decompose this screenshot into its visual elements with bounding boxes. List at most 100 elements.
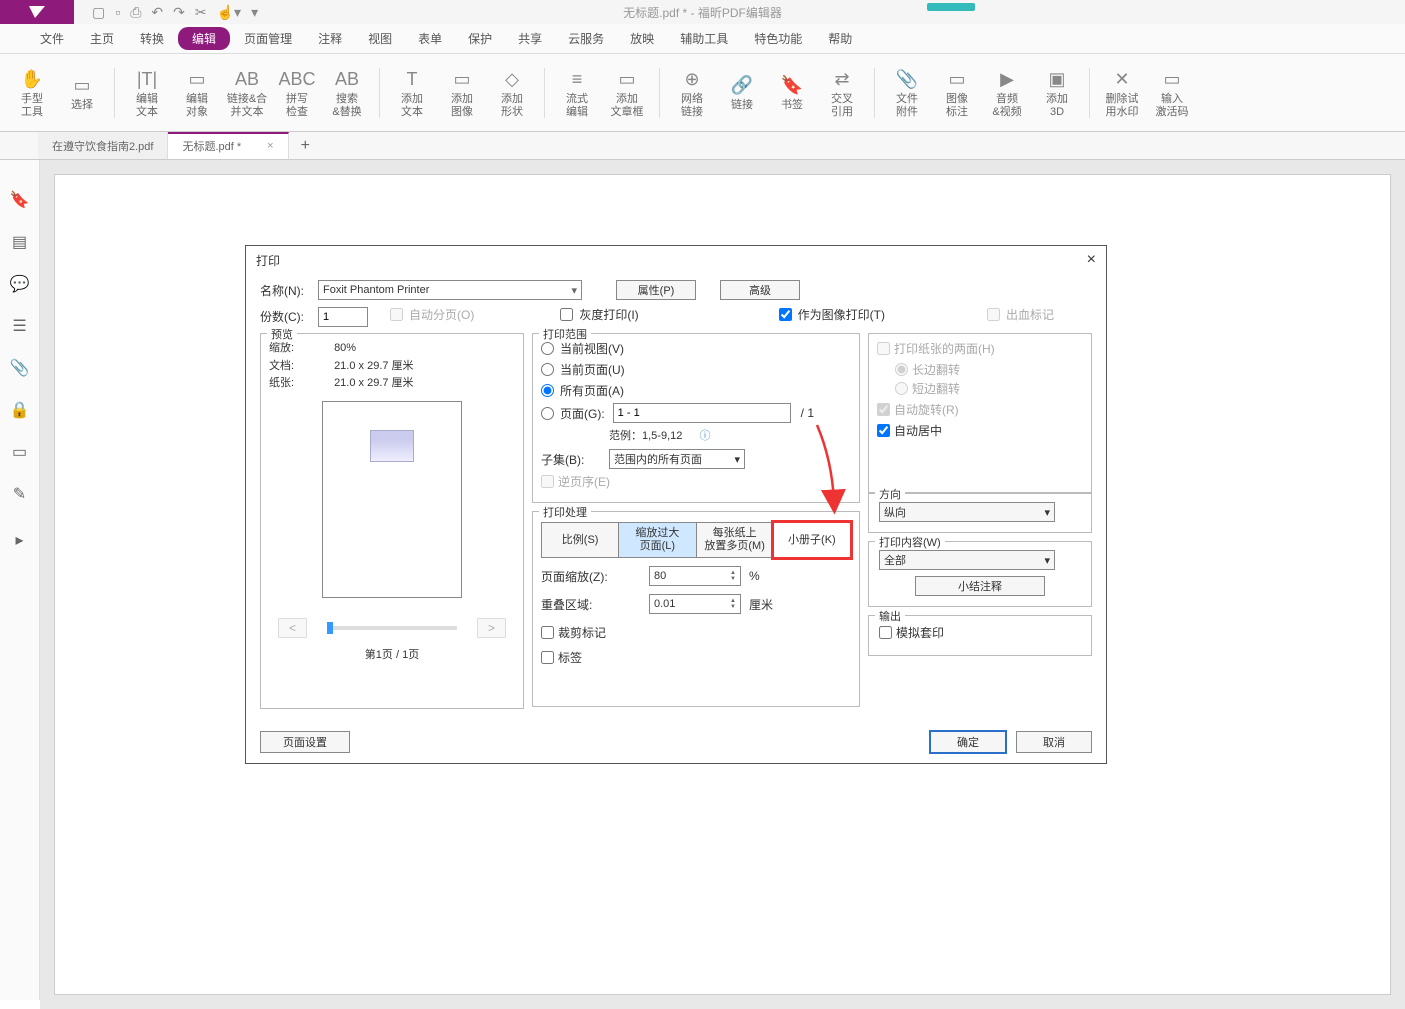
range-current-view[interactable]: 当前视图(V) (541, 340, 851, 357)
ribbon-icon: ▭ (450, 67, 474, 91)
ribbon-添加文章框[interactable]: ▭添加 文章框 (605, 60, 649, 126)
print-content-select[interactable]: 全部▾ (879, 550, 1055, 570)
touch-icon[interactable]: ☝▾ (217, 4, 241, 21)
ribbon-链接&合并文本[interactable]: AB链接&合 并文本 (225, 60, 269, 126)
collate-checkbox: 自动分页(O) (390, 306, 474, 323)
page-zoom-input[interactable]: 80▲▼ (649, 566, 741, 586)
open-icon[interactable]: ▢ (92, 4, 105, 21)
simulate-overprint-checkbox[interactable]: 模拟套印 (879, 624, 1081, 641)
booklet-tab[interactable]: 小册子(K) (773, 522, 851, 558)
redo-icon[interactable]: ↷ (173, 4, 185, 21)
menu-主页[interactable]: 主页 (78, 26, 126, 51)
multiple-tab[interactable]: 每张纸上 放置多页(M) (696, 522, 774, 558)
labels-checkbox[interactable]: 标签 (541, 649, 851, 666)
menu-共享[interactable]: 共享 (506, 26, 554, 51)
ribbon-手型工具[interactable]: ✋手型 工具 (10, 60, 54, 126)
scale-tab[interactable]: 比例(S) (541, 522, 619, 558)
menu-特色功能[interactable]: 特色功能 (742, 26, 814, 51)
security-icon[interactable]: 🔒 (10, 400, 30, 420)
ribbon-icon: ▭ (615, 67, 639, 91)
ribbon-链接[interactable]: 🔗链接 (720, 60, 764, 126)
ribbon-流式编辑[interactable]: ≡流式 编辑 (555, 60, 599, 126)
menu-保护[interactable]: 保护 (456, 26, 504, 51)
ribbon-icon: ABC (285, 67, 309, 91)
ribbon-添加形状[interactable]: ◇添加 形状 (490, 60, 534, 126)
pages-icon[interactable]: ▤ (10, 232, 30, 252)
prev-page-button[interactable]: < (278, 618, 307, 638)
menu-注释[interactable]: 注释 (306, 26, 354, 51)
subset-select[interactable]: 范围内的所有页面▾ (609, 449, 745, 469)
summarize-comments-button[interactable]: 小结注释 (915, 576, 1045, 596)
ribbon-交叉引用[interactable]: ⇄交叉 引用 (820, 60, 864, 126)
attachments-icon[interactable]: 📎 (10, 358, 30, 378)
ribbon-label: 音频 &视频 (992, 93, 1021, 117)
next-page-button[interactable]: > (477, 618, 506, 638)
range-pages[interactable]: 页面(G): / 1 (541, 403, 851, 423)
ribbon-选择[interactable]: ▭选择 (60, 60, 104, 126)
menu-放映[interactable]: 放映 (618, 26, 666, 51)
ribbon-输入激活码[interactable]: ▭输入 激活码 (1150, 60, 1194, 126)
ribbon-图像标注[interactable]: ▭图像 标注 (935, 60, 979, 126)
menu-文件[interactable]: 文件 (28, 26, 76, 51)
ribbon-文件附件[interactable]: 📎文件 附件 (885, 60, 929, 126)
advanced-button[interactable]: 高级 (720, 280, 800, 300)
ribbon-网络链接[interactable]: ⊕网络 链接 (670, 60, 714, 126)
layers-icon[interactable]: ☰ (10, 316, 30, 336)
menu-云服务[interactable]: 云服务 (556, 26, 616, 51)
expand-icon[interactable]: ▸ (10, 530, 30, 550)
fields-icon[interactable]: ▭ (10, 442, 30, 462)
ribbon-书签[interactable]: 🔖书签 (770, 60, 814, 126)
page-slider[interactable] (327, 626, 457, 630)
ok-button[interactable]: 确定 (930, 731, 1006, 753)
tab-doc-1[interactable]: 在遵守饮食指南2.pdf (38, 132, 168, 159)
ribbon-icon: ⊕ (680, 67, 704, 91)
ribbon-编辑文本[interactable]: |T|编辑 文本 (125, 60, 169, 126)
as-image-checkbox[interactable]: 作为图像打印(T) (779, 306, 885, 323)
overlap-input[interactable]: 0.01▲▼ (649, 594, 741, 614)
print-icon[interactable]: ⎙ (130, 4, 141, 21)
save-icon[interactable]: ▫ (115, 4, 120, 20)
close-icon[interactable]: × (267, 140, 273, 152)
undo-icon[interactable]: ↶ (151, 4, 163, 21)
ribbon-添加3D[interactable]: ▣添加 3D (1035, 60, 1079, 126)
menu-编辑[interactable]: 编辑 (178, 27, 230, 50)
ribbon-编辑对象[interactable]: ▭编辑 对象 (175, 60, 219, 126)
ribbon-label: 搜索 &替换 (332, 93, 361, 117)
ribbon-添加文本[interactable]: T添加 文本 (390, 60, 434, 126)
ribbon-icon: AB (335, 67, 359, 91)
menu-转换[interactable]: 转换 (128, 26, 176, 51)
tab-doc-2[interactable]: 无标题.pdf *× (168, 132, 288, 159)
ribbon-删除试用水印[interactable]: ✕删除试 用水印 (1100, 60, 1144, 126)
new-tab-button[interactable]: + (289, 137, 322, 155)
ribbon-音频&视频[interactable]: ▶音频 &视频 (985, 60, 1029, 126)
qat-more-icon[interactable]: ▾ (251, 4, 258, 21)
info-icon[interactable]: ⓘ (699, 430, 710, 442)
bookmark-icon[interactable]: 🔖 (10, 190, 30, 210)
left-sidebar: 🔖 ▤ 💬 ☰ 📎 🔒 ▭ ✎ ▸ (0, 160, 40, 1000)
menu-表单[interactable]: 表单 (406, 26, 454, 51)
cut-icon[interactable]: ✂ (195, 4, 207, 21)
copies-input[interactable] (318, 307, 368, 327)
fit-large-tab[interactable]: 缩放过大 页面(L) (618, 522, 696, 558)
range-current-page[interactable]: 当前页面(U) (541, 361, 851, 378)
comments-icon[interactable]: 💬 (10, 274, 30, 294)
page-setup-button[interactable]: 页面设置 (260, 731, 350, 753)
close-icon[interactable]: × (1087, 251, 1096, 269)
page-range-input[interactable] (613, 403, 791, 423)
crop-marks-checkbox[interactable]: 裁剪标记 (541, 624, 851, 641)
ribbon-拼写检查[interactable]: ABC拼写 检查 (275, 60, 319, 126)
menu-页面管理[interactable]: 页面管理 (232, 26, 304, 51)
grayscale-checkbox[interactable]: 灰度打印(I) (560, 306, 638, 323)
cancel-button[interactable]: 取消 (1016, 731, 1092, 753)
ribbon-搜索&替换[interactable]: AB搜索 &替换 (325, 60, 369, 126)
menu-视图[interactable]: 视图 (356, 26, 404, 51)
ribbon-添加图像[interactable]: ▭添加 图像 (440, 60, 484, 126)
properties-button[interactable]: 属性(P) (616, 280, 696, 300)
menu-帮助[interactable]: 帮助 (816, 26, 864, 51)
orientation-select[interactable]: 纵向▾ (879, 502, 1055, 522)
auto-center-checkbox[interactable]: 自动居中 (877, 422, 1083, 439)
menu-辅助工具[interactable]: 辅助工具 (668, 26, 740, 51)
signatures-icon[interactable]: ✎ (10, 484, 30, 504)
range-all-pages[interactable]: 所有页面(A) (541, 382, 851, 399)
printer-select[interactable]: Foxit Phantom Printer▾ (318, 280, 582, 300)
